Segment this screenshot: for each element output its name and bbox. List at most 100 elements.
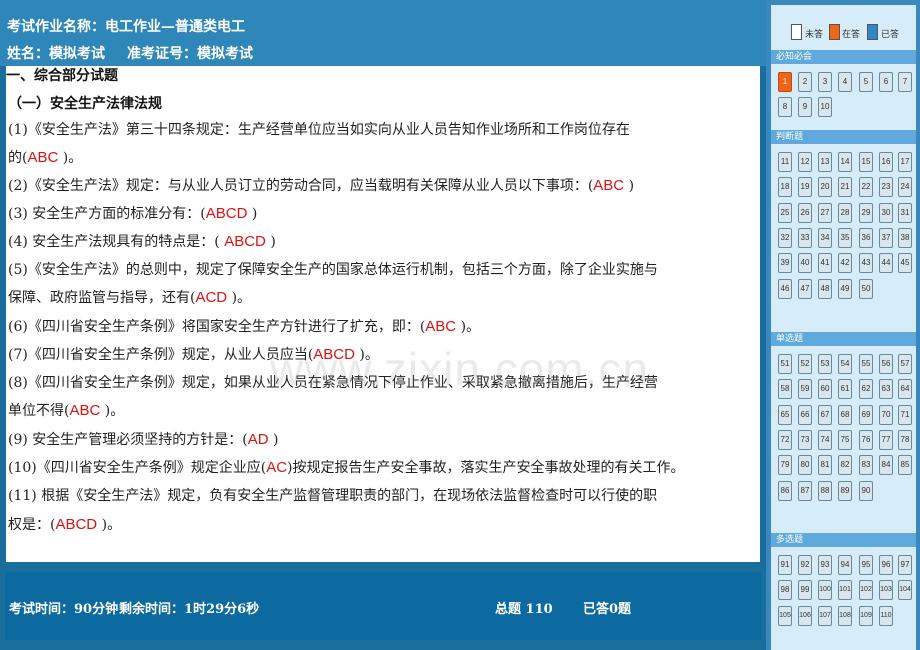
question-number-button[interactable]: 29 bbox=[859, 203, 873, 223]
question-number-button[interactable]: 110 bbox=[879, 606, 893, 626]
question-number-button[interactable]: 80 bbox=[798, 455, 812, 475]
question-number-button[interactable]: 27 bbox=[818, 203, 832, 223]
question-number-button[interactable]: 74 bbox=[818, 430, 832, 450]
question-number-button[interactable]: 10 bbox=[818, 97, 832, 117]
question-number-button[interactable]: 26 bbox=[798, 203, 812, 223]
question-number-button[interactable]: 72 bbox=[778, 430, 792, 450]
question-number-button[interactable]: 69 bbox=[859, 405, 873, 425]
question-number-button[interactable]: 98 bbox=[778, 580, 792, 600]
question-number-button[interactable]: 40 bbox=[798, 253, 812, 273]
question-number-button[interactable]: 14 bbox=[838, 152, 852, 172]
question-number-button[interactable]: 67 bbox=[818, 405, 832, 425]
question-number-button[interactable]: 70 bbox=[879, 405, 893, 425]
question-number-button[interactable]: 77 bbox=[879, 430, 893, 450]
question-number-button[interactable]: 54 bbox=[838, 354, 852, 374]
question-number-button[interactable]: 4 bbox=[838, 72, 852, 92]
question-number-button[interactable]: 1 bbox=[778, 72, 792, 92]
question-number-button[interactable]: 78 bbox=[898, 430, 912, 450]
question-number-button[interactable]: 58 bbox=[778, 379, 792, 399]
question-number-button[interactable]: 101 bbox=[838, 580, 852, 600]
question-number-button[interactable]: 49 bbox=[838, 279, 852, 299]
question-number-button[interactable]: 13 bbox=[818, 152, 832, 172]
question-number-button[interactable]: 85 bbox=[898, 455, 912, 475]
question-number-button[interactable]: 20 bbox=[818, 177, 832, 197]
question-number-button[interactable]: 48 bbox=[818, 279, 832, 299]
question-number-button[interactable]: 90 bbox=[859, 481, 873, 501]
question-number-button[interactable]: 41 bbox=[818, 253, 832, 273]
question-number-button[interactable]: 63 bbox=[879, 379, 893, 399]
question-number-button[interactable]: 24 bbox=[898, 177, 912, 197]
question-number-button[interactable]: 93 bbox=[818, 555, 832, 575]
question-number-button[interactable]: 92 bbox=[798, 555, 812, 575]
question-number-button[interactable]: 79 bbox=[778, 455, 792, 475]
question-number-button[interactable]: 33 bbox=[798, 228, 812, 248]
question-number-button[interactable]: 75 bbox=[838, 430, 852, 450]
question-number-button[interactable]: 65 bbox=[778, 405, 792, 425]
question-number-button[interactable]: 59 bbox=[798, 379, 812, 399]
question-number-button[interactable]: 61 bbox=[838, 379, 852, 399]
question-number-button[interactable]: 73 bbox=[798, 430, 812, 450]
question-number-button[interactable]: 15 bbox=[859, 152, 873, 172]
question-number-button[interactable]: 95 bbox=[859, 555, 873, 575]
question-number-button[interactable]: 35 bbox=[838, 228, 852, 248]
question-number-button[interactable]: 107 bbox=[818, 606, 832, 626]
question-number-button[interactable]: 47 bbox=[798, 279, 812, 299]
question-number-button[interactable]: 19 bbox=[798, 177, 812, 197]
question-number-button[interactable]: 91 bbox=[778, 555, 792, 575]
question-number-button[interactable]: 104 bbox=[898, 580, 912, 600]
question-number-button[interactable]: 56 bbox=[879, 354, 893, 374]
question-number-button[interactable]: 2 bbox=[798, 72, 812, 92]
question-number-button[interactable]: 60 bbox=[818, 379, 832, 399]
question-number-button[interactable]: 100 bbox=[818, 580, 832, 600]
question-number-button[interactable]: 109 bbox=[859, 606, 873, 626]
question-number-button[interactable]: 106 bbox=[798, 606, 812, 626]
question-number-button[interactable]: 36 bbox=[859, 228, 873, 248]
question-number-button[interactable]: 87 bbox=[798, 481, 812, 501]
question-number-button[interactable]: 71 bbox=[898, 405, 912, 425]
question-number-button[interactable]: 44 bbox=[879, 253, 893, 273]
question-number-button[interactable]: 46 bbox=[778, 279, 792, 299]
question-number-button[interactable]: 18 bbox=[778, 177, 792, 197]
question-number-button[interactable]: 62 bbox=[859, 379, 873, 399]
question-number-button[interactable]: 94 bbox=[838, 555, 852, 575]
question-number-button[interactable]: 88 bbox=[818, 481, 832, 501]
question-number-button[interactable]: 5 bbox=[859, 72, 873, 92]
question-number-button[interactable]: 66 bbox=[798, 405, 812, 425]
question-number-button[interactable]: 45 bbox=[898, 253, 912, 273]
question-number-button[interactable]: 96 bbox=[879, 555, 893, 575]
question-number-button[interactable]: 81 bbox=[818, 455, 832, 475]
question-number-button[interactable]: 3 bbox=[818, 72, 832, 92]
question-number-button[interactable]: 12 bbox=[798, 152, 812, 172]
question-number-button[interactable]: 53 bbox=[818, 354, 832, 374]
question-number-button[interactable]: 34 bbox=[818, 228, 832, 248]
question-number-button[interactable]: 38 bbox=[898, 228, 912, 248]
question-number-button[interactable]: 8 bbox=[778, 97, 792, 117]
question-number-button[interactable]: 68 bbox=[838, 405, 852, 425]
question-number-button[interactable]: 97 bbox=[898, 555, 912, 575]
question-number-button[interactable]: 28 bbox=[838, 203, 852, 223]
question-number-button[interactable]: 9 bbox=[798, 97, 812, 117]
question-number-button[interactable]: 30 bbox=[879, 203, 893, 223]
question-number-button[interactable]: 31 bbox=[898, 203, 912, 223]
question-number-button[interactable]: 32 bbox=[778, 228, 792, 248]
question-number-button[interactable]: 17 bbox=[898, 152, 912, 172]
question-number-button[interactable]: 99 bbox=[798, 580, 812, 600]
question-number-button[interactable]: 89 bbox=[838, 481, 852, 501]
question-number-button[interactable]: 102 bbox=[859, 580, 873, 600]
question-number-button[interactable]: 84 bbox=[879, 455, 893, 475]
question-number-button[interactable]: 50 bbox=[859, 279, 873, 299]
question-number-button[interactable]: 55 bbox=[859, 354, 873, 374]
question-number-button[interactable]: 51 bbox=[778, 354, 792, 374]
question-number-button[interactable]: 76 bbox=[859, 430, 873, 450]
question-number-button[interactable]: 23 bbox=[879, 177, 893, 197]
question-number-button[interactable]: 37 bbox=[879, 228, 893, 248]
question-number-button[interactable]: 52 bbox=[798, 354, 812, 374]
question-number-button[interactable]: 6 bbox=[879, 72, 893, 92]
question-number-button[interactable]: 83 bbox=[859, 455, 873, 475]
question-number-button[interactable]: 86 bbox=[778, 481, 792, 501]
question-number-button[interactable]: 7 bbox=[898, 72, 912, 92]
question-number-button[interactable]: 16 bbox=[879, 152, 893, 172]
question-number-button[interactable]: 22 bbox=[859, 177, 873, 197]
question-number-button[interactable]: 39 bbox=[778, 253, 792, 273]
question-number-button[interactable]: 103 bbox=[879, 580, 893, 600]
